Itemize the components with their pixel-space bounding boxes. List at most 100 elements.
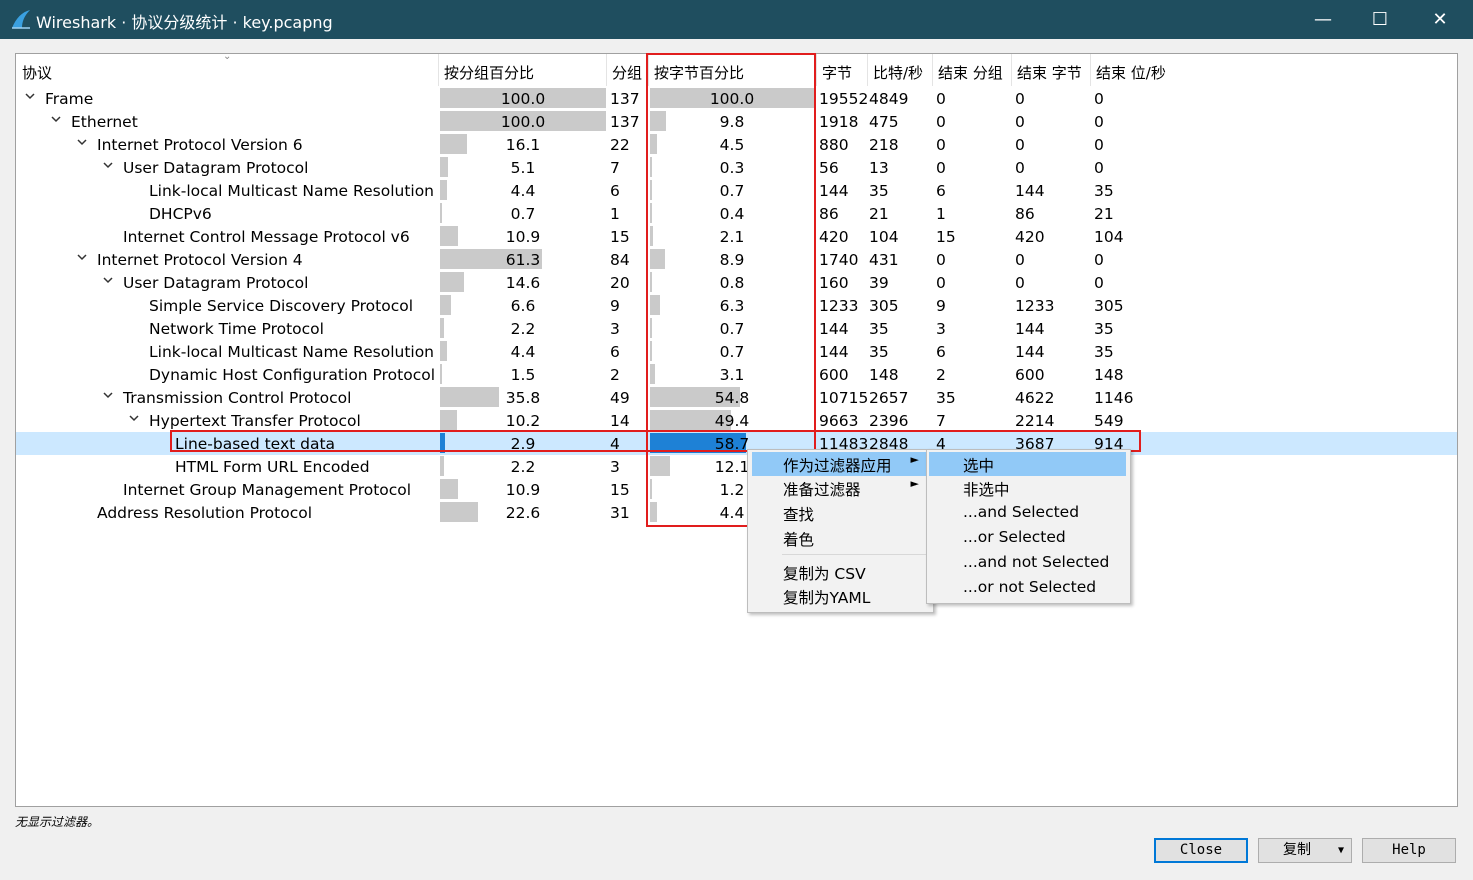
packet-percent: 10.9 (505, 228, 541, 246)
packet-count: 22 (610, 136, 630, 154)
end-packets: 35 (936, 389, 956, 407)
chevron-down-icon[interactable] (128, 412, 142, 426)
protocol-name: Simple Service Discovery Protocol (149, 297, 414, 315)
protocol-name: Frame (45, 90, 94, 108)
apply-filter-submenu: 选中 非选中 ...and Selected ...or Selected ..… (926, 449, 1131, 604)
end-bytes: 2214 (1015, 412, 1055, 430)
column-header-end-packets[interactable]: 结束 分组 (938, 62, 1003, 83)
packet-percent: 100.0 (500, 90, 546, 108)
packet-count: 3 (610, 458, 620, 476)
copy-button-label: 复制 (1283, 842, 1311, 858)
close-window-icon[interactable]: ✕ (1410, 0, 1470, 39)
column-header-packets[interactable]: 分组 (612, 62, 642, 83)
submenu-item-or-selected[interactable]: ...or Selected (929, 526, 1126, 550)
chevron-down-icon[interactable] (76, 136, 90, 150)
column-divider (438, 54, 439, 86)
menu-separator (782, 554, 926, 555)
menu-item-find[interactable]: 查找 (752, 501, 929, 525)
packet-percent: 100.0 (500, 113, 546, 131)
submenu-item-not-selected[interactable]: 非选中 (929, 476, 1126, 500)
protocol-name: Network Time Protocol (149, 320, 324, 338)
packet-percent: 10.9 (505, 481, 541, 499)
end-bits-per-second: 35 (1094, 320, 1114, 338)
packet-percent: 5.1 (510, 159, 536, 177)
byte-count: 144 (819, 182, 849, 200)
protocol-name: Internet Group Management Protocol (123, 481, 412, 499)
end-packets: 15 (936, 228, 956, 246)
end-bits-per-second: 305 (1094, 297, 1124, 315)
column-divider (867, 54, 868, 86)
submenu-item-or-not-selected[interactable]: ...or not Selected (929, 576, 1126, 600)
end-packets: 0 (936, 159, 946, 177)
chevron-down-icon[interactable] (76, 251, 90, 265)
end-bytes: 86 (1015, 205, 1035, 223)
end-packets: 0 (936, 136, 946, 154)
end-bits-per-second: 0 (1094, 159, 1104, 177)
byte-count: 56 (819, 159, 839, 177)
column-divider (1090, 54, 1091, 86)
end-bytes: 0 (1015, 136, 1025, 154)
packet-count: 2 (610, 366, 620, 384)
end-bits-per-second: 0 (1094, 136, 1104, 154)
packet-count: 1 (610, 205, 620, 223)
column-header-end-bytes[interactable]: 结束 字节 (1017, 62, 1082, 83)
help-button[interactable]: Help (1362, 838, 1456, 863)
bits-per-second: 35 (869, 182, 889, 200)
column-header-end-bps[interactable]: 结束 位/秒 (1096, 62, 1166, 83)
close-button[interactable]: Close (1154, 838, 1248, 863)
byte-count: 144 (819, 320, 849, 338)
byte-count: 880 (819, 136, 849, 154)
bits-per-second: 218 (869, 136, 899, 154)
packet-count: 137 (610, 113, 640, 131)
byte-count: 9663 (819, 412, 859, 430)
end-bytes: 0 (1015, 113, 1025, 131)
end-bits-per-second: 104 (1094, 228, 1124, 246)
end-packets: 3 (936, 320, 946, 338)
menu-item-copy-as-csv[interactable]: 复制为 CSV (752, 560, 929, 584)
menu-item-colorize[interactable]: 着色 (752, 526, 929, 550)
packet-count: 9 (610, 297, 620, 315)
maximize-icon[interactable]: ☐ (1350, 0, 1410, 39)
menu-item-prepare-filter[interactable]: 准备过滤器 ► (752, 476, 929, 500)
column-header-bits-per-sec[interactable]: 比特/秒 (873, 62, 923, 83)
bits-per-second: 13 (869, 159, 889, 177)
protocol-name: Internet Control Message Protocol v6 (123, 228, 410, 246)
end-bits-per-second: 1146 (1094, 389, 1134, 407)
end-bytes: 600 (1015, 366, 1045, 384)
packet-percent: 2.2 (510, 320, 536, 338)
chevron-down-icon[interactable] (102, 274, 116, 288)
bits-per-second: 2657 (869, 389, 909, 407)
end-bytes: 0 (1015, 251, 1025, 269)
submenu-item-selected[interactable]: 选中 (929, 452, 1126, 476)
column-header-pkt-percent[interactable]: 按分组百分比 (444, 62, 534, 83)
column-divider (932, 54, 933, 86)
menu-item-apply-as-filter[interactable]: 作为过滤器应用 ► (752, 452, 929, 476)
end-bits-per-second: 21 (1094, 205, 1114, 223)
end-packets: 0 (936, 90, 946, 108)
column-header-bytes[interactable]: 字节 (822, 62, 852, 83)
chevron-down-icon[interactable] (50, 113, 64, 127)
column-divider (1011, 54, 1012, 86)
submenu-item-and-selected[interactable]: ...and Selected (929, 501, 1126, 525)
submenu-item-and-not-selected[interactable]: ...and not Selected (929, 551, 1126, 575)
column-header-protocol[interactable]: 协议 (22, 62, 52, 83)
window-title: Wireshark · 协议分级统计 · key.pcapng (36, 13, 333, 32)
byte-count: 1740 (819, 251, 859, 269)
byte-count: 1918 (819, 113, 859, 131)
packet-count: 15 (610, 228, 630, 246)
copy-button[interactable]: 复制 ▼ (1258, 838, 1352, 863)
minimize-icon[interactable]: — (1293, 0, 1353, 39)
bits-per-second: 21 (869, 205, 889, 223)
protocol-name: Dynamic Host Configuration Protocol (149, 366, 436, 384)
dropdown-arrow-icon[interactable]: ▼ (1338, 839, 1344, 862)
protocol-name: HTML Form URL Encoded (175, 458, 370, 476)
menu-item-copy-as-yaml[interactable]: 复制为YAML (752, 584, 929, 608)
bits-per-second: 305 (869, 297, 899, 315)
chevron-down-icon[interactable] (24, 90, 38, 104)
end-bytes: 0 (1015, 274, 1025, 292)
chevron-down-icon[interactable] (102, 389, 116, 403)
chevron-down-icon[interactable] (102, 159, 116, 173)
end-packets: 2 (936, 366, 946, 384)
submenu-arrow-icon: ► (910, 453, 919, 466)
protocol-name: DHCPv6 (149, 205, 212, 223)
